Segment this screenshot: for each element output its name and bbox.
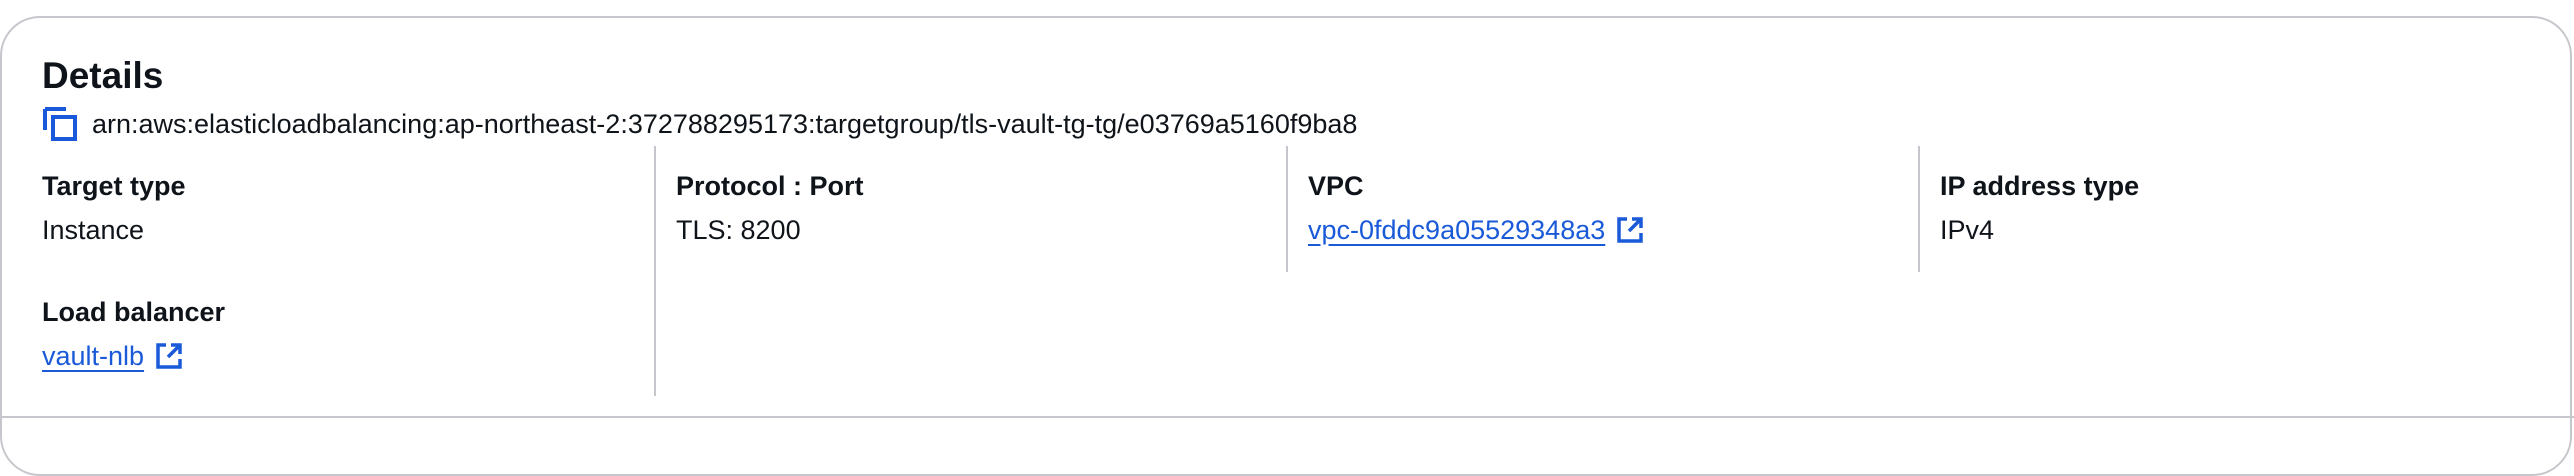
column-divider-2: [1286, 146, 1288, 272]
copy-arn-button[interactable]: [42, 106, 78, 142]
ip-address-type-value: IPv4: [1940, 215, 1995, 245]
copy-icon: [43, 107, 77, 141]
column-divider-3: [1918, 146, 1920, 272]
details-title: Details: [42, 55, 164, 96]
target-type-value: Instance: [42, 215, 145, 245]
ip-address-type-label: IP address type: [1940, 171, 2140, 201]
vpc-link[interactable]: vpc-0fddc9a05529348a3: [1308, 210, 1645, 250]
target-group-arn: arn:aws:elasticloadbalancing:ap-northeas…: [92, 109, 1358, 139]
vpc-label: VPC: [1308, 171, 1364, 201]
vpc-link-text: vpc-0fddc9a05529348a3: [1308, 215, 1606, 245]
column-divider-1: [654, 146, 656, 396]
protocol-port-label: Protocol : Port: [676, 171, 864, 201]
target-type-label: Target type: [42, 171, 186, 201]
protocol-port-value: TLS: 8200: [676, 215, 801, 245]
external-link-icon: [156, 343, 182, 369]
section-separator: [0, 416, 2574, 418]
load-balancer-label: Load balancer: [42, 297, 226, 327]
load-balancer-link[interactable]: vault-nlb: [42, 336, 184, 376]
arn-row: arn:aws:elasticloadbalancing:ap-northeas…: [42, 104, 1357, 144]
external-link-icon: [1617, 217, 1644, 243]
load-balancer-link-text: vault-nlb: [42, 341, 145, 371]
